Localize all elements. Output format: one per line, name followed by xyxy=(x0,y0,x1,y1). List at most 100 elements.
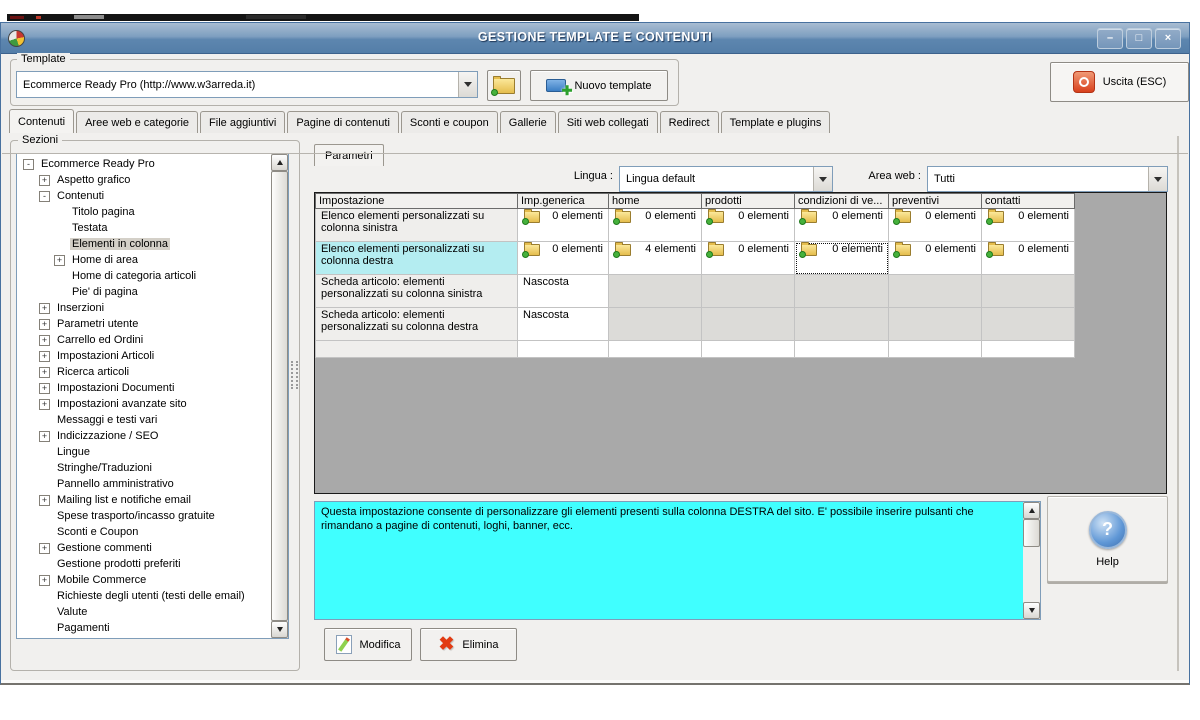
cell[interactable]: 0 elementi xyxy=(517,241,609,275)
tab-aree-web-e-categorie[interactable]: Aree web e categorie xyxy=(76,111,199,133)
scroll-up-button[interactable] xyxy=(1023,502,1040,519)
scroll-down-button[interactable] xyxy=(1023,602,1040,619)
tree-scrollbar[interactable] xyxy=(271,154,288,638)
tree-item-gestione-commenti[interactable]: + Gestione commenti xyxy=(17,540,270,556)
panel-splitter[interactable] xyxy=(291,361,298,389)
tree-item-lingue[interactable]: Lingue xyxy=(17,444,270,460)
collapse-icon[interactable]: - xyxy=(23,158,34,170)
tree-item-ricerca-articoli[interactable]: + Ricerca articoli xyxy=(17,364,270,380)
cell[interactable]: 0 elementi xyxy=(701,208,795,242)
tree-item-indicizzazione-seo[interactable]: + Indicizzazione / SEO xyxy=(17,428,270,444)
tab-parametri[interactable]: Parametri xyxy=(314,144,384,166)
row-label[interactable]: Elenco elementi personalizzati su colonn… xyxy=(315,241,518,275)
cell[interactable]: 0 elementi xyxy=(981,241,1075,275)
tree-item-contenuti[interactable]: - Contenuti xyxy=(17,188,270,204)
col-prodotti[interactable]: prodotti xyxy=(701,193,795,209)
row-label[interactable]: Scheda articolo: elementi personalizzati… xyxy=(315,307,518,341)
exit-button[interactable]: Uscita (ESC) xyxy=(1050,62,1189,102)
tree-item-impostazioni-articoli[interactable]: + Impostazioni Articoli xyxy=(17,348,270,364)
modifica-button[interactable]: Modifica xyxy=(324,628,412,661)
tab-contenuti[interactable]: Contenuti xyxy=(9,109,75,133)
tree-item-messaggi-e-testi-vari[interactable]: Messaggi e testi vari xyxy=(17,412,270,428)
tab-siti-web-collegati[interactable]: Siti web collegati xyxy=(557,111,658,133)
expand-icon[interactable]: + xyxy=(39,318,50,330)
tree-item-pie-di-pagina[interactable]: Pie' di pagina xyxy=(17,284,270,300)
elimina-button[interactable]: ✖ Elimina xyxy=(420,628,517,661)
expand-icon[interactable]: + xyxy=(54,254,65,266)
tab-redirect[interactable]: Redirect xyxy=(659,111,719,133)
new-template-button[interactable]: Nuovo template xyxy=(530,70,668,101)
cell[interactable] xyxy=(981,340,1075,358)
expand-icon[interactable]: + xyxy=(39,398,50,410)
cell[interactable] xyxy=(794,340,889,358)
template-combobox[interactable]: Ecommerce Ready Pro (http://www.w3arreda… xyxy=(16,71,478,98)
maximize-button[interactable]: □ xyxy=(1126,28,1152,49)
tree-item-richieste-degli-utenti[interactable]: Richieste degli utenti (testi delle emai… xyxy=(17,588,270,604)
lingua-combobox[interactable]: Lingua default xyxy=(619,166,833,192)
lingua-combobox-dropdown-button[interactable] xyxy=(813,167,832,191)
tree-item-valute[interactable]: Valute xyxy=(17,604,270,620)
tree-item-impostazioni-avanzate-sito[interactable]: + Impostazioni avanzate sito xyxy=(17,396,270,412)
tree-item-aspetto-grafico[interactable]: + Aspetto grafico xyxy=(17,172,270,188)
expand-icon[interactable]: + xyxy=(39,366,50,378)
tree-item-spese-trasporto-incasso-gratuite[interactable]: Spese trasporto/incasso gratuite xyxy=(17,508,270,524)
area-web-combobox[interactable]: Tutti xyxy=(927,166,1168,192)
tree-item-parametri-utente[interactable]: + Parametri utente xyxy=(17,316,270,332)
expand-icon[interactable]: + xyxy=(39,350,50,362)
cell[interactable]: 4 elementi xyxy=(608,241,702,275)
row-label[interactable]: Elenco elementi personalizzati su colonn… xyxy=(315,208,518,242)
expand-icon[interactable]: + xyxy=(39,542,50,554)
tree-item-inserzioni[interactable]: + Inserzioni xyxy=(17,300,270,316)
area-web-combobox-dropdown-button[interactable] xyxy=(1148,167,1167,191)
expand-icon[interactable]: + xyxy=(39,174,50,186)
tree-item-gestione-prodotti-preferiti[interactable]: Gestione prodotti preferiti xyxy=(17,556,270,572)
tree-item-ecommerce-ready-pro[interactable]: - Ecommerce Ready Pro xyxy=(17,156,270,172)
tree-item-carrello-ed-ordini[interactable]: + Carrello ed Ordini xyxy=(17,332,270,348)
cell[interactable]: 0 elementi xyxy=(888,208,982,242)
cell[interactable] xyxy=(608,340,702,358)
tab-file-aggiuntivi[interactable]: File aggiuntivi xyxy=(200,111,286,133)
template-combobox-dropdown-button[interactable] xyxy=(458,72,477,97)
scroll-up-button[interactable] xyxy=(271,154,288,171)
col-imp-generica[interactable]: Imp.generica xyxy=(517,193,609,209)
cell[interactable]: 0 elementi xyxy=(794,208,889,242)
expand-icon[interactable]: + xyxy=(39,494,50,506)
tab-template-e-plugins[interactable]: Template e plugins xyxy=(720,111,831,133)
title-bar[interactable]: GESTIONE TEMPLATE E CONTENUTI – □ × xyxy=(1,23,1189,54)
open-template-folder-button[interactable] xyxy=(487,70,521,101)
col-impostazione[interactable]: Impostazione xyxy=(315,193,518,209)
cell[interactable]: Nascosta xyxy=(517,307,609,341)
col-preventivi[interactable]: preventivi xyxy=(888,193,982,209)
row-label[interactable] xyxy=(315,340,518,358)
cell[interactable]: 0 elementi xyxy=(517,208,609,242)
collapse-icon[interactable]: - xyxy=(39,190,50,202)
tree-item-stringhe-traduzioni[interactable]: Stringhe/Traduzioni xyxy=(17,460,270,476)
description-scrollbar[interactable] xyxy=(1023,502,1040,619)
expand-icon[interactable]: + xyxy=(39,382,50,394)
tab-gallerie[interactable]: Gallerie xyxy=(499,111,556,133)
tree-item-impostazioni-documenti[interactable]: + Impostazioni Documenti xyxy=(17,380,270,396)
row-label[interactable]: Scheda articolo: elementi personalizzati… xyxy=(315,274,518,308)
scrollbar-thumb[interactable] xyxy=(1023,519,1040,547)
cell[interactable]: 0 elementi xyxy=(608,208,702,242)
cell[interactable]: 0 elementi xyxy=(701,241,795,275)
cell[interactable] xyxy=(517,340,609,358)
expand-icon[interactable]: + xyxy=(39,334,50,346)
tree-item-home-di-categoria-articoli[interactable]: Home di categoria articoli xyxy=(17,268,270,284)
cell[interactable]: 0 elementi xyxy=(981,208,1075,242)
cell-focused[interactable]: 0 elementi xyxy=(794,241,889,275)
tree-item-mobile-commerce[interactable]: + Mobile Commerce xyxy=(17,572,270,588)
cell[interactable] xyxy=(701,340,795,358)
tree-item-elementi-in-colonna[interactable]: Elementi in colonna xyxy=(17,236,270,252)
tree-item-pannello-amministrativo[interactable]: Pannello amministrativo xyxy=(17,476,270,492)
scroll-down-button[interactable] xyxy=(271,621,288,638)
col-contatti[interactable]: contatti xyxy=(981,193,1075,209)
scrollbar-thumb[interactable] xyxy=(271,171,288,621)
col-condizioni[interactable]: condizioni di ve... xyxy=(794,193,889,209)
expand-icon[interactable]: + xyxy=(39,430,50,442)
cell[interactable]: 0 elementi xyxy=(888,241,982,275)
tree-item-sconti-e-coupon[interactable]: Sconti e Coupon xyxy=(17,524,270,540)
tab-pagine-di-contenuti[interactable]: Pagine di contenuti xyxy=(287,111,399,133)
tree-item-mailing-list-e-notifiche-email[interactable]: + Mailing list e notifiche email xyxy=(17,492,270,508)
cell[interactable]: Nascosta xyxy=(517,274,609,308)
